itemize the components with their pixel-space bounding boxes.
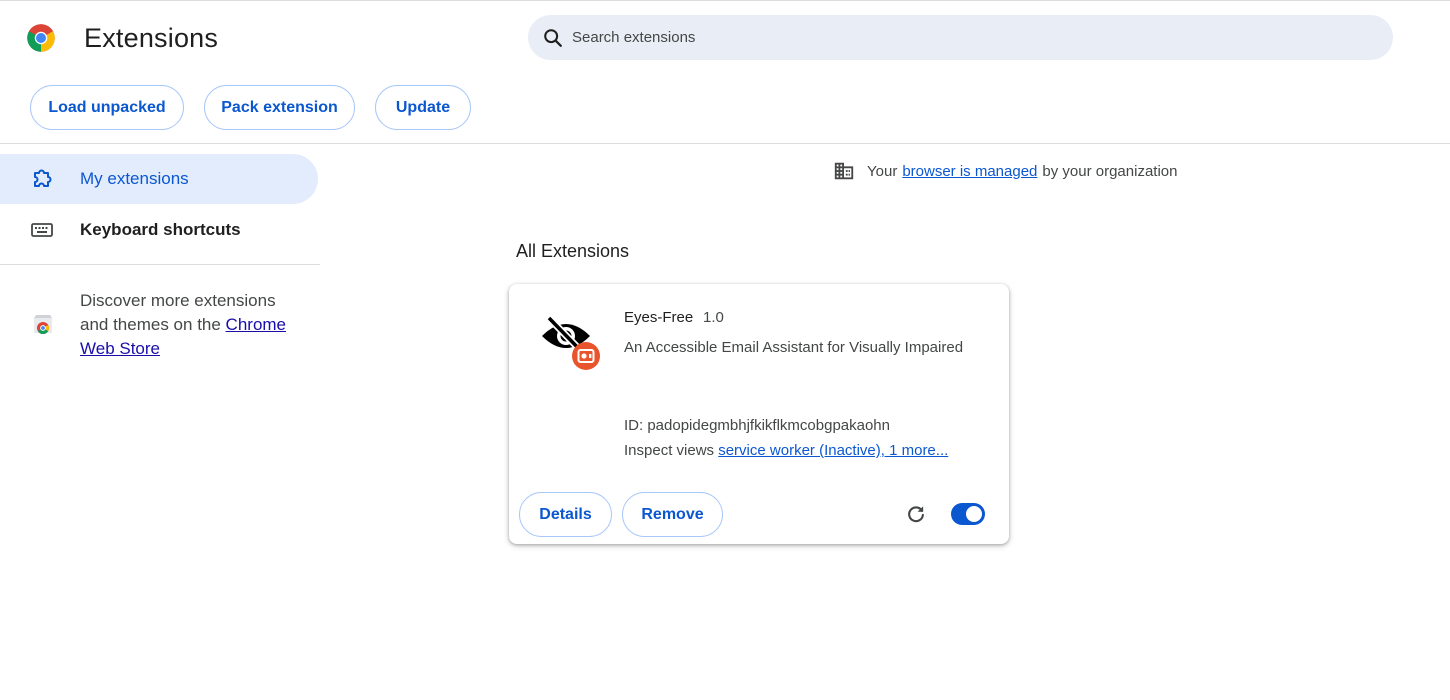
sidebar-item-label: My extensions: [80, 169, 189, 188]
sidebar-item-label: Keyboard shortcuts: [80, 220, 241, 239]
update-button[interactable]: Update: [375, 85, 471, 130]
load-unpacked-button[interactable]: Load unpacked: [30, 85, 184, 130]
building-icon: [834, 162, 854, 180]
managed-suffix: by your organization: [1042, 162, 1178, 180]
extension-name: Eyes-Free: [624, 309, 694, 326]
inspect-views: Inspect views service worker (Inactive),…: [624, 442, 948, 459]
sidebar-divider: [0, 264, 320, 265]
discover-text: Discover more extensions and themes on t…: [80, 289, 305, 361]
eye-slash-icon: [542, 315, 600, 370]
managed-prefix: Your: [867, 162, 898, 180]
search-icon: [544, 28, 562, 47]
puzzle-icon: [34, 169, 52, 187]
sidebar-item-my-extensions[interactable]: My extensions: [0, 154, 318, 204]
sidebar: My extensions Keyboard shortcuts Discove…: [0, 144, 320, 700]
sidebar-item-keyboard-shortcuts[interactable]: Keyboard shortcuts: [0, 205, 318, 255]
remove-button[interactable]: Remove: [622, 492, 723, 537]
details-button[interactable]: Details: [519, 492, 612, 537]
reload-icon[interactable]: [905, 503, 927, 525]
extension-description: An Accessible Email Assistant for Visual…: [624, 339, 964, 356]
enable-toggle[interactable]: [951, 503, 985, 525]
search-bar[interactable]: [528, 15, 1393, 60]
search-input[interactable]: [572, 29, 1352, 46]
header: Extensions Load unpacked Pack extension …: [0, 1, 1450, 144]
inspect-views-label: Inspect views: [624, 442, 715, 459]
page-title: Extensions: [84, 23, 219, 53]
managed-notice: Your browser is managed by your organiza…: [833, 160, 1177, 182]
extension-id: ID: padopidegmbhjfkikflkmcobgpakaohn: [624, 417, 890, 434]
pack-extension-button[interactable]: Pack extension: [204, 85, 355, 130]
browser-managed-link[interactable]: browser is managed: [902, 163, 1037, 180]
keyboard-icon: [31, 223, 53, 237]
chrome-web-store-icon: [34, 315, 52, 335]
extension-version: 1.0: [703, 309, 724, 326]
toggle-knob: [966, 506, 982, 522]
chrome-logo-icon: [27, 24, 55, 52]
section-title: All Extensions: [516, 241, 630, 261]
service-worker-link[interactable]: service worker (Inactive), 1 more...: [718, 442, 948, 459]
extension-card: Eyes-Free 1.0 An Accessible Email Assist…: [509, 284, 1009, 544]
